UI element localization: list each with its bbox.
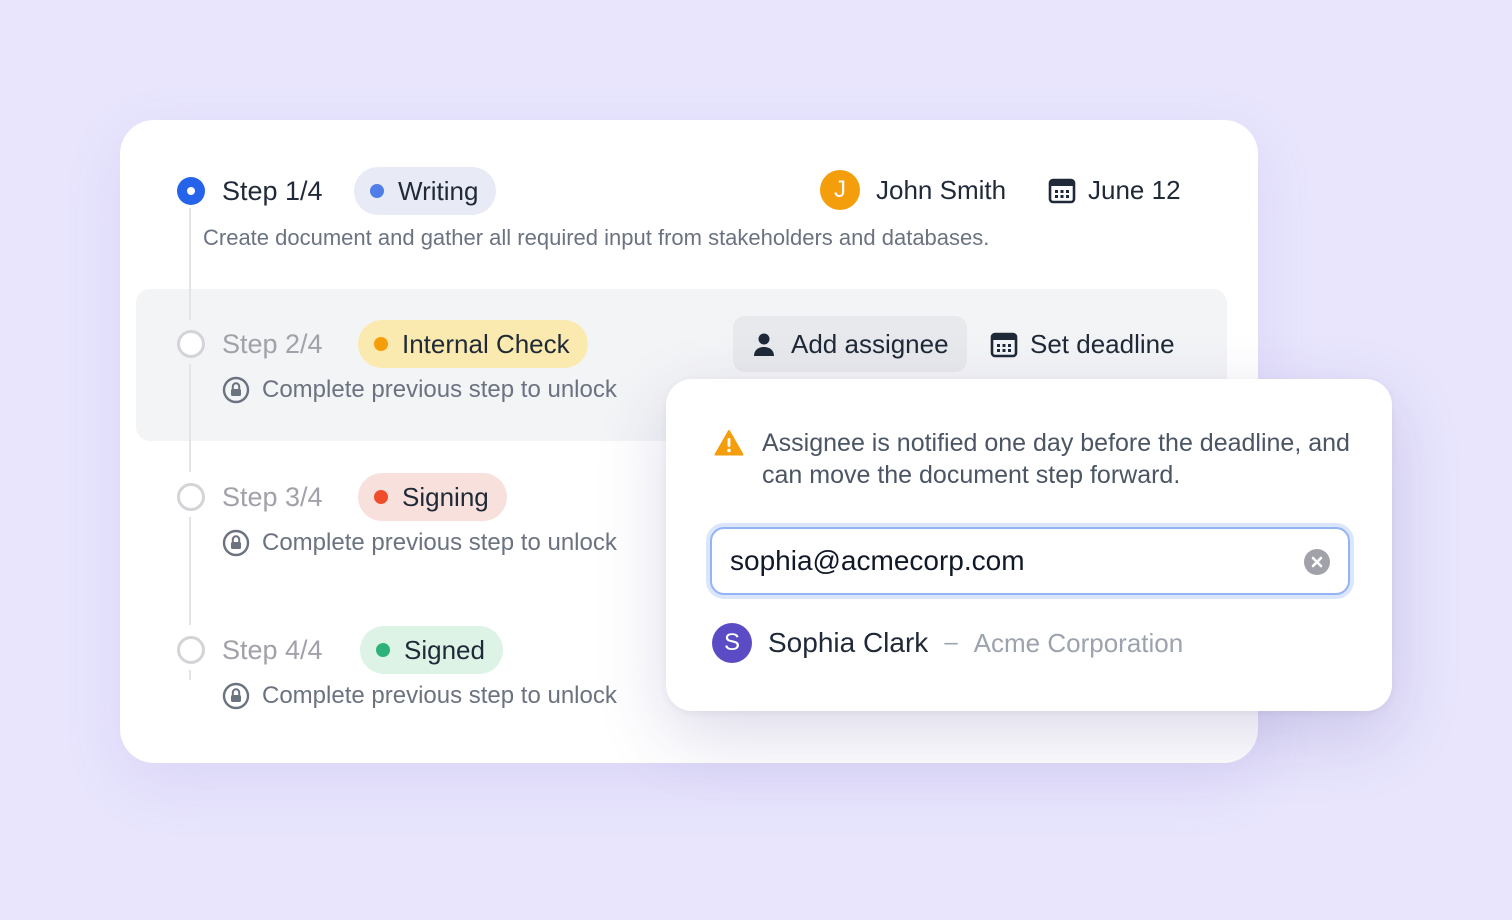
timeline-connector [189, 208, 191, 320]
add-assignee-label: Add assignee [791, 328, 949, 359]
timeline-connector [189, 670, 191, 680]
status-badge-signing[interactable]: Signing [358, 473, 507, 521]
status-badge-signed[interactable]: Signed [360, 626, 503, 674]
step-3-label: Step 3/4 [222, 482, 323, 512]
warning-text: Assignee is notified one day before the … [762, 429, 1350, 489]
assignee-email-input[interactable] [712, 529, 1348, 593]
step-1-description: Create document and gather all required … [203, 225, 990, 250]
close-icon [1311, 556, 1323, 568]
lock-text: Complete previous step to unlock [262, 682, 617, 709]
lock-text: Complete previous step to unlock [262, 529, 617, 556]
suggestion-company: Acme Corporation [973, 627, 1184, 658]
suggestion-name: Sophia Clark [768, 627, 929, 658]
status-dot [370, 184, 384, 198]
assignee[interactable]: J John Smith [820, 170, 1006, 210]
step-2-radio[interactable] [177, 330, 205, 358]
status-badge-internal-check[interactable]: Internal Check [358, 320, 588, 368]
status-label: Signed [404, 634, 485, 665]
clear-input-button[interactable] [1304, 549, 1330, 575]
add-assignee-button[interactable]: Add assignee [733, 316, 967, 372]
lock-text: Complete previous step to unlock [262, 376, 617, 403]
status-dot [374, 490, 388, 504]
step-4-lock-message: Complete previous step to unlock [222, 682, 617, 710]
deadline[interactable]: June 12 [1048, 170, 1181, 210]
status-label: Internal Check [402, 328, 570, 359]
deadline-date: June 12 [1088, 174, 1181, 205]
stage: Step 1/4 Writing J John Smith June 12 Cr… [0, 0, 1512, 920]
assignee-search-field[interactable] [710, 527, 1350, 595]
status-label: Writing [398, 175, 479, 206]
timeline-connector [189, 517, 191, 625]
status-label: Signing [402, 481, 489, 512]
calendar-icon [990, 332, 1018, 358]
lock-icon [222, 376, 250, 404]
avatar: S [712, 623, 752, 663]
calendar-icon [1048, 178, 1076, 204]
suggestion-item[interactable]: S Sophia Clark – Acme Corporation [712, 623, 1183, 663]
step-3-lock-message: Complete previous step to unlock [222, 529, 617, 557]
avatar: J [820, 170, 860, 210]
lock-icon [222, 682, 250, 710]
lock-icon [222, 529, 250, 557]
warning-icon [714, 430, 744, 456]
step-2-label: Step 2/4 [222, 329, 323, 359]
step-3-radio[interactable] [177, 483, 205, 511]
step-2-lock-message: Complete previous step to unlock [222, 376, 617, 404]
set-deadline-label: Set deadline [1030, 328, 1175, 359]
step-1-radio[interactable] [177, 177, 205, 205]
set-deadline-button[interactable]: Set deadline [990, 316, 1175, 372]
timeline-connector [189, 364, 191, 472]
status-dot [376, 643, 390, 657]
assignee-name: John Smith [876, 174, 1007, 205]
status-dot [374, 337, 388, 351]
warning-message: Assignee is notified one day before the … [714, 427, 1382, 491]
suggestion-separator: – [944, 629, 958, 656]
status-badge-writing[interactable]: Writing [354, 167, 497, 215]
assignee-popover: Assignee is notified one day before the … [666, 379, 1392, 711]
person-icon [754, 333, 774, 356]
step-1-label: Step 1/4 [222, 176, 323, 206]
step-4-radio[interactable] [177, 636, 205, 664]
step-4-label: Step 4/4 [222, 635, 323, 665]
